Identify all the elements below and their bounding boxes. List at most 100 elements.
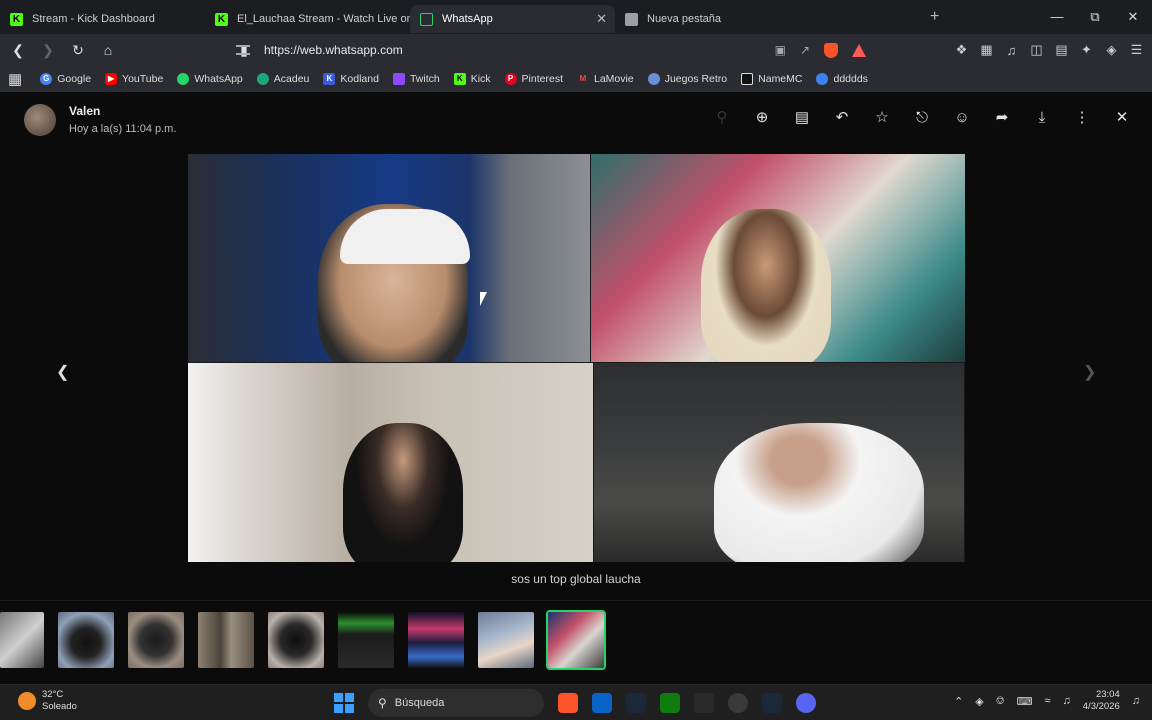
obs-icon[interactable] bbox=[728, 693, 748, 713]
new-tab-button[interactable]: + bbox=[930, 8, 939, 26]
react-icon[interactable]: ☺ bbox=[952, 109, 972, 126]
bookmark-youtube[interactable]: ▶ YouTube bbox=[105, 73, 163, 85]
vpn-icon[interactable]: ◈ bbox=[1104, 42, 1119, 58]
bookmark-pinterest[interactable]: P Pinterest bbox=[504, 73, 563, 85]
media-thumbnail[interactable] bbox=[268, 612, 324, 668]
brave-browser-icon[interactable] bbox=[558, 693, 578, 713]
weather-widget[interactable]: 32°C Soleado bbox=[18, 689, 77, 713]
video-tile bbox=[188, 154, 590, 362]
minimize-icon[interactable]: — bbox=[1038, 0, 1076, 34]
divider bbox=[0, 600, 1152, 601]
media-image[interactable] bbox=[188, 154, 965, 562]
restore-icon[interactable]: ⧉ bbox=[1076, 0, 1114, 34]
bookmark-google[interactable]: G Google bbox=[40, 73, 91, 85]
media-thumbnail-selected[interactable] bbox=[546, 610, 606, 670]
bookmark-lamovie[interactable]: M LaMovie bbox=[577, 73, 634, 85]
bookmark-kick[interactable]: K Kick bbox=[453, 73, 491, 85]
avatar[interactable] bbox=[24, 104, 56, 136]
star-icon[interactable]: ☆ bbox=[872, 108, 892, 126]
site-settings-icon[interactable] bbox=[236, 45, 250, 55]
media-thumbnail[interactable] bbox=[338, 612, 394, 668]
forward-nav-icon[interactable]: ❯ bbox=[36, 42, 60, 59]
close-tab-icon[interactable]: ✕ bbox=[596, 11, 607, 27]
wifi-icon[interactable]: ≈ bbox=[1044, 695, 1050, 707]
bookmark-ddddds[interactable]: ddddds bbox=[816, 73, 868, 85]
media-thumbnail[interactable] bbox=[408, 612, 464, 668]
bookmark-namemc[interactable]: NameMC bbox=[741, 73, 802, 85]
media-thumbnail[interactable] bbox=[198, 612, 254, 668]
sender-name[interactable]: Valen bbox=[69, 104, 100, 118]
home-icon[interactable]: ⌂ bbox=[96, 42, 120, 58]
previous-media-icon[interactable]: ❮ bbox=[56, 362, 69, 382]
tab-whatsapp[interactable]: WhatsApp ✕ bbox=[410, 5, 615, 33]
brave-shields-icon[interactable] bbox=[824, 42, 838, 58]
close-icon[interactable]: ✕ bbox=[1112, 108, 1132, 126]
steam-app-icon[interactable] bbox=[762, 693, 782, 713]
temperature: 32°C bbox=[42, 689, 64, 700]
bookmark-label: Kick bbox=[470, 73, 491, 85]
address-bar[interactable]: https://web.whatsapp.com ▣ ↗ bbox=[236, 37, 866, 63]
taskbar-search[interactable]: ⚲ Búsqueda bbox=[368, 689, 544, 717]
video-tile bbox=[188, 363, 593, 562]
menu-icon[interactable]: ☰ bbox=[1129, 42, 1144, 58]
wallet-icon[interactable]: ▤ bbox=[1054, 42, 1069, 58]
clock-time: 23:04 bbox=[1095, 689, 1120, 700]
download-icon[interactable]: ⤓ bbox=[1032, 109, 1052, 126]
url-text[interactable]: https://web.whatsapp.com bbox=[264, 43, 403, 57]
bookmark-whatsapp[interactable]: WhatsApp bbox=[177, 73, 243, 85]
close-window-icon[interactable]: ✕ bbox=[1114, 0, 1152, 34]
media-thumbnail[interactable] bbox=[128, 612, 184, 668]
zoom-in-icon[interactable]: ⊕ bbox=[752, 108, 772, 126]
bookmark-twitch[interactable]: Twitch bbox=[392, 73, 440, 85]
streamer-figure bbox=[343, 423, 463, 562]
caption-icon[interactable]: ▤ bbox=[792, 108, 812, 126]
media-icon[interactable]: ♫ bbox=[1004, 43, 1019, 58]
notifications-icon[interactable]: ♫ bbox=[1132, 695, 1140, 707]
apps-grid-icon[interactable]: ▦ bbox=[8, 70, 22, 88]
chevron-up-icon[interactable]: ⌃ bbox=[954, 695, 963, 708]
discord-icon[interactable] bbox=[796, 693, 816, 713]
forward-icon[interactable]: ➦ bbox=[992, 108, 1012, 126]
microphone-icon[interactable]: ⎊ bbox=[996, 695, 1005, 708]
media-caption: sos un top global laucha bbox=[511, 572, 641, 586]
zoom-out-icon[interactable]: ⚲ bbox=[712, 108, 732, 126]
media-thumbnail[interactable] bbox=[0, 612, 44, 668]
pin-icon[interactable]: ⎋ bbox=[912, 109, 932, 126]
tab-kick-stream[interactable]: K El_Lauchaa Stream - Watch Live on K bbox=[205, 5, 410, 33]
media-thumbnail[interactable] bbox=[58, 612, 114, 668]
epic-games-icon[interactable] bbox=[694, 693, 714, 713]
leo-ai-icon[interactable]: ✦ bbox=[1079, 42, 1094, 58]
brave-rewards-icon[interactable] bbox=[852, 43, 866, 57]
reply-icon[interactable]: ↶ bbox=[832, 108, 852, 126]
back-icon[interactable]: ❮ bbox=[6, 42, 30, 59]
sidebar-icon[interactable]: ◫ bbox=[1029, 42, 1044, 58]
globe-icon bbox=[816, 73, 829, 85]
bookmark-label: Acadeu bbox=[273, 73, 310, 85]
viewer-header: Valen Hoy a la(s) 11:04 p.m. ⚲ ⊕ ▤ ↶ ☆ ⎋… bbox=[0, 92, 1152, 148]
extensions-icon[interactable]: ❖ bbox=[954, 42, 969, 58]
volume-icon[interactable]: ♫ bbox=[1063, 695, 1071, 707]
share-icon[interactable]: ↗ bbox=[800, 43, 810, 57]
windows-start-icon[interactable] bbox=[334, 693, 354, 713]
tab-kick-dashboard[interactable]: K Stream - Kick Dashboard bbox=[0, 5, 205, 33]
keyboard-icon[interactable]: ⌨ bbox=[1017, 695, 1033, 708]
system-tray: ⌃ ◈ ⎊ ⌨ ≈ ♫ 23:04 4/3/2026 ♫ bbox=[954, 689, 1140, 713]
bookmark-label: LaMovie bbox=[593, 73, 634, 85]
reload-icon[interactable]: ↻ bbox=[66, 42, 90, 59]
media-thumbnail[interactable] bbox=[478, 612, 534, 668]
steam-icon[interactable] bbox=[626, 693, 646, 713]
search-placeholder: Búsqueda bbox=[394, 697, 445, 709]
bookmark-juegos-retro[interactable]: Juegos Retro bbox=[647, 73, 727, 85]
steam-tray-icon[interactable]: ◈ bbox=[975, 695, 983, 708]
screenshot-icon[interactable]: ▦ bbox=[979, 42, 994, 58]
cast-icon[interactable]: ▣ bbox=[775, 43, 786, 57]
tab-new-tab[interactable]: Nueva pestaña bbox=[615, 5, 820, 33]
store-icon[interactable] bbox=[592, 693, 612, 713]
bookmark-kodland[interactable]: K Kodland bbox=[323, 73, 379, 85]
bookmark-acadeu[interactable]: Acadeu bbox=[256, 73, 310, 85]
xbox-icon[interactable] bbox=[660, 693, 680, 713]
clock[interactable]: 23:04 4/3/2026 bbox=[1083, 689, 1120, 713]
next-media-icon[interactable]: ❯ bbox=[1083, 362, 1096, 382]
bookmark-label: Pinterest bbox=[521, 73, 563, 85]
more-icon[interactable]: ⋮ bbox=[1072, 108, 1092, 126]
